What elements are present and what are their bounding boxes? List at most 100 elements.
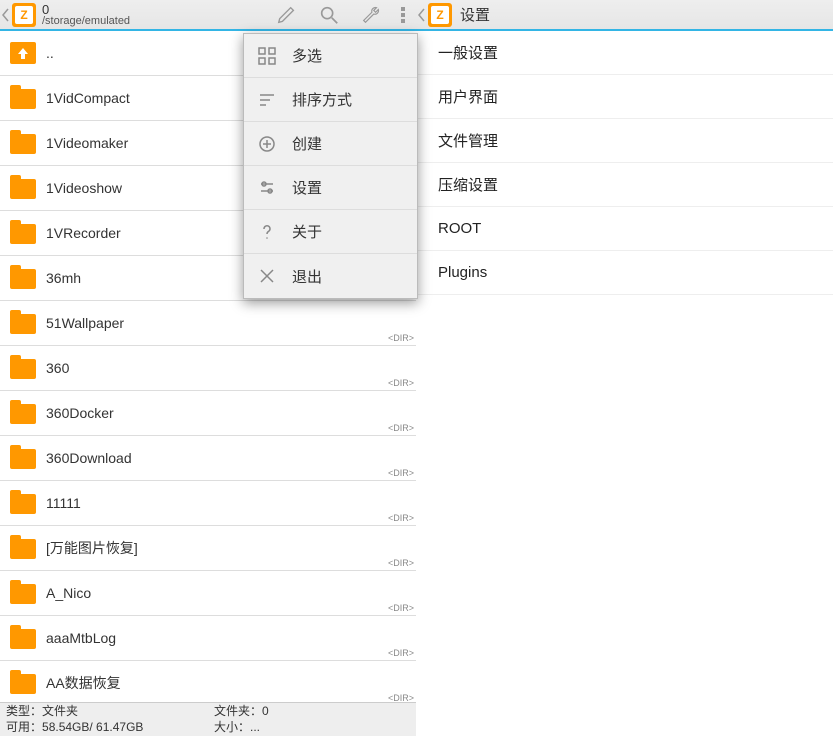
settings-pane: Z 设置 一般设置用户界面文件管理压缩设置 ROOT Plugins <box>416 0 833 736</box>
settings-item-label: ROOT <box>438 220 481 237</box>
folder-row[interactable]: 360 <DIR> <box>0 346 416 391</box>
edit-icon[interactable] <box>266 0 308 29</box>
right-toolbar: Z 设置 <box>416 0 833 31</box>
folder-row[interactable]: AA数据恢复 <DIR> <box>0 661 416 702</box>
settings-item[interactable]: ROOT <box>416 207 833 251</box>
folder-icon <box>10 179 36 199</box>
folder-row[interactable]: 51Wallpaper <DIR> <box>0 301 416 346</box>
folder-icon <box>10 449 36 469</box>
folder-icon <box>10 314 36 334</box>
menu-item-x[interactable]: 退出 <box>244 254 417 298</box>
settings-item[interactable]: 一般设置 <box>416 31 833 75</box>
folder-row[interactable]: [万能图片恢复] <DIR> <box>0 526 416 571</box>
menu-item-label: 设置 <box>292 177 322 198</box>
left-toolbar: Z 0 /storage/emulated <box>0 0 416 31</box>
folder-row[interactable]: 360Download <DIR> <box>0 436 416 481</box>
folder-name: 360Docker <box>46 405 114 421</box>
folder-icon <box>10 674 36 694</box>
overflow-menu-icon[interactable] <box>392 5 414 25</box>
dir-tag: <DIR> <box>388 468 414 478</box>
sort-icon <box>256 89 278 111</box>
search-icon[interactable] <box>308 0 350 29</box>
footer-size-label: 大小： <box>214 720 250 734</box>
footer-type-label: 类型： <box>6 704 42 718</box>
dir-tag: <DIR> <box>388 378 414 388</box>
dir-tag: <DIR> <box>388 603 414 613</box>
folder-name: [万能图片恢复] <box>46 538 138 558</box>
dir-tag: <DIR> <box>388 693 414 702</box>
folder-row[interactable]: 11111 <DIR> <box>0 481 416 526</box>
footer-avail-value: 58.54GB/ 61.47GB <box>42 720 143 734</box>
folder-name: 1VRecorder <box>46 225 121 241</box>
question-icon <box>256 221 278 243</box>
up-folder-label: .. <box>46 45 54 61</box>
dir-tag: <DIR> <box>388 423 414 433</box>
menu-item-sliders[interactable]: 设置 <box>244 166 417 210</box>
back-chevron-icon[interactable] <box>2 0 12 29</box>
folder-name: 11111 <box>46 495 81 511</box>
menu-item-label: 多选 <box>292 45 322 66</box>
settings-item[interactable]: 文件管理 <box>416 119 833 163</box>
title-top: 0 <box>42 3 130 16</box>
path-title[interactable]: 0 /storage/emulated <box>42 3 130 27</box>
grid-icon <box>256 45 278 67</box>
up-arrow-icon <box>10 42 36 64</box>
settings-item[interactable]: 用户界面 <box>416 75 833 119</box>
folder-name: AA数据恢复 <box>46 673 121 693</box>
menu-item-label: 创建 <box>292 133 322 154</box>
settings-list: 一般设置用户界面文件管理压缩设置 ROOT Plugins <box>416 31 833 736</box>
dir-tag: <DIR> <box>388 513 414 523</box>
dir-tag: <DIR> <box>388 558 414 568</box>
app-logo-icon[interactable]: Z <box>428 3 452 27</box>
file-browser-pane: Z 0 /storage/emulated .. <box>0 0 416 736</box>
plus-icon <box>256 133 278 155</box>
folder-name: 1Videoshow <box>46 180 122 196</box>
folder-icon <box>10 224 36 244</box>
overflow-menu: 多选排序方式创建设置关于退出 <box>243 33 418 299</box>
footer-avail-label: 可用： <box>6 720 42 734</box>
footer-type-value: 文件夹 <box>42 704 78 718</box>
footer-size-value: ... <box>250 720 260 734</box>
menu-item-sort[interactable]: 排序方式 <box>244 78 417 122</box>
folder-name: 1VidCompact <box>46 90 130 106</box>
settings-item-label: 一般设置 <box>438 42 498 63</box>
title-bottom: /storage/emulated <box>42 16 130 27</box>
dir-tag: <DIR> <box>388 333 414 343</box>
folder-icon <box>10 404 36 424</box>
folder-icon <box>10 359 36 379</box>
sliders-icon <box>256 177 278 199</box>
back-chevron-icon[interactable] <box>418 0 428 29</box>
folder-icon <box>10 494 36 514</box>
folder-name: 360Download <box>46 450 132 466</box>
folder-name: 1Videomaker <box>46 135 128 151</box>
folder-icon <box>10 269 36 289</box>
settings-item-label: 用户界面 <box>438 86 498 107</box>
footer-foldercount-label: 文件夹： <box>214 704 262 718</box>
status-footer: 类型：文件夹 可用：58.54GB/ 61.47GB 文件夹：0 大小：... <box>0 702 416 736</box>
menu-item-label: 排序方式 <box>292 89 352 110</box>
settings-item[interactable]: 压缩设置 <box>416 163 833 207</box>
folder-name: 36mh <box>46 270 81 286</box>
settings-item-label: Plugins <box>438 264 487 281</box>
app-logo-icon[interactable]: Z <box>12 3 36 27</box>
settings-item[interactable]: Plugins <box>416 251 833 295</box>
folder-row[interactable]: aaaMtbLog<DIR> <box>0 616 416 661</box>
folder-icon <box>10 539 36 559</box>
folder-name: 51Wallpaper <box>46 315 124 331</box>
menu-item-label: 关于 <box>292 221 322 242</box>
folder-name: A_Nico <box>46 585 91 601</box>
settings-item-label: 文件管理 <box>438 130 498 151</box>
settings-title: 设置 <box>460 4 490 25</box>
menu-item-grid[interactable]: 多选 <box>244 34 417 78</box>
folder-name: aaaMtbLog <box>46 630 116 646</box>
folder-row[interactable]: A_Nico <DIR> <box>0 571 416 616</box>
menu-item-question[interactable]: 关于 <box>244 210 417 254</box>
folder-row[interactable]: 360Docker <DIR> <box>0 391 416 436</box>
x-icon <box>256 265 278 287</box>
menu-item-plus[interactable]: 创建 <box>244 122 417 166</box>
folder-icon <box>10 89 36 109</box>
wrench-icon[interactable] <box>350 0 392 29</box>
folder-name: 360 <box>46 360 69 376</box>
menu-item-label: 退出 <box>292 266 322 287</box>
settings-item-label: 压缩设置 <box>438 174 498 195</box>
